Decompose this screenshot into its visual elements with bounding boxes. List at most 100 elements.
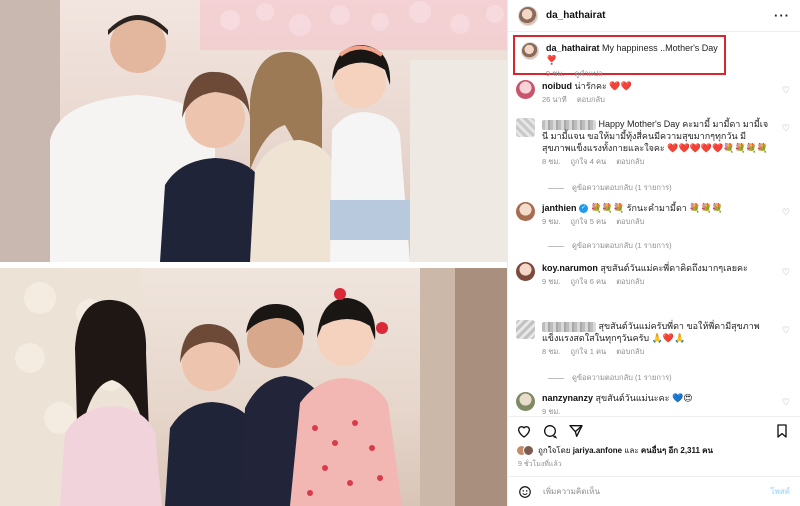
comment-body: janthien ✓ 💐💐💐 รักนะคำมามี้ดา 💐💐💐 9 ชม. … — [542, 202, 770, 228]
comment-body: nanzynanzy สุขสันต์วันแม่นะคะ 💙😍 9 ชม. — [542, 392, 770, 416]
comment-item: koy.narumon สุขสันต์วันแม่คะพี่ดาคิดถึงม… — [516, 262, 792, 288]
post-header: da_hathairat ··· — [508, 0, 800, 32]
family-photo-top — [0, 0, 507, 262]
reply-link[interactable]: ตอบกลับ — [616, 217, 644, 226]
view-replies-link[interactable]: ดูข้อความตอบกลับ (1 รายการ) — [548, 182, 672, 194]
add-comment-input[interactable]: เพิ่มความคิดเห็น — [543, 485, 600, 498]
commenter-avatar[interactable] — [516, 262, 535, 281]
instagram-post-view: da_hathairat ··· da_hathairat My happine… — [0, 0, 800, 506]
caption-text: My happiness ..Mother's Day — [602, 43, 718, 53]
likes-user[interactable]: jariya.anfone — [573, 446, 622, 455]
comment-emoji: 🙏❤️🙏 — [651, 333, 686, 343]
share-paper-plane-icon[interactable] — [568, 423, 584, 439]
post-photo-collage[interactable] — [0, 0, 507, 506]
comment-meta: 9 ชม. ถูกใจ 5 คน ตอบกลับ — [542, 216, 770, 228]
like-heart-icon[interactable]: ♡ — [782, 207, 790, 218]
comment-text: สุขสันต์วันแม่นะคะ — [595, 393, 670, 403]
comment-likes[interactable]: ถูกใจ 5 คน — [570, 217, 606, 226]
likes-summary[interactable]: ถูกใจโดย jariya.anfone และ คนอื่นๆ อีก 2… — [516, 444, 792, 457]
comment-time: 8 ชม. — [542, 157, 561, 166]
comment-meta: 26 นาที ตอบกลับ — [542, 94, 770, 106]
comment-likes[interactable]: ถูกใจ 4 คน — [570, 157, 606, 166]
comment-emoji-before: 💐💐💐 — [590, 203, 625, 213]
comment-emoji-after: 💐💐💐 — [689, 203, 723, 213]
post-action-bar — [508, 416, 800, 444]
comment-body: koy.narumon สุขสันต์วันแม่คะพี่ดาคิดถึงม… — [542, 262, 770, 288]
owner-avatar[interactable] — [518, 5, 538, 26]
blurred-username — [542, 321, 596, 332]
comment-text: น่ารักคะ — [574, 81, 607, 91]
owner-username[interactable]: da_hathairat — [546, 10, 605, 21]
verified-badge-icon: ✓ — [579, 204, 589, 214]
caption-emoji: ❣️ — [546, 55, 558, 65]
like-heart-icon[interactable]: ♡ — [782, 123, 790, 134]
comment-time: 9 ชม. — [542, 407, 561, 416]
emoji-smiley-icon[interactable] — [518, 485, 532, 499]
comment-emoji: 💙😍 — [671, 393, 693, 403]
comment-time: 9 ชม. — [542, 217, 561, 226]
likes-middle: และ — [624, 446, 639, 455]
family-photo-bottom — [0, 268, 507, 506]
like-heart-icon[interactable]: ♡ — [782, 325, 790, 336]
comment-meta: 8 ชม. ถูกใจ 4 คน ตอบกลับ — [542, 156, 770, 168]
comment-item: janthien ✓ 💐💐💐 รักนะคำมามี้ดา 💐💐💐 9 ชม. … — [516, 202, 792, 228]
like-heart-icon[interactable]: ♡ — [782, 267, 790, 278]
caption-highlight-box: da_hathairat My happiness ..Mother's Day… — [513, 35, 726, 78]
comment-likes[interactable]: ถูกใจ 6 คน — [570, 277, 606, 286]
comment-item: nanzynanzy สุขสันต์วันแม่นะคะ 💙😍 9 ชม. ♡ — [516, 392, 792, 416]
post-timestamp[interactable]: 9 ชั่วโมงที่แล้ว — [518, 459, 562, 470]
comment-username[interactable]: koy.narumon — [542, 263, 598, 273]
caption-username[interactable]: da_hathairat — [546, 43, 600, 53]
like-heart-icon[interactable]: ♡ — [782, 397, 790, 408]
comment-time: 8 ชม. — [542, 347, 561, 356]
commenter-avatar-blurred[interactable] — [516, 320, 535, 339]
comment-username[interactable]: janthien — [542, 203, 577, 213]
comment-text: สุขสันต์วันแม่คะพี่ดาคิดถึงมากๆเลยคะ — [600, 263, 748, 273]
family-photo-bottom-illustration — [0, 268, 507, 506]
caption-avatar[interactable] — [521, 42, 539, 60]
comment-body: สุขสันต์วันแม่ครับพี่ดา ขอให้พี่ดามีสุขภ… — [542, 320, 770, 358]
more-options-icon[interactable]: ··· — [774, 8, 790, 23]
family-photo-top-illustration — [0, 0, 507, 262]
comment-emoji: ❤️❤️ — [609, 81, 632, 91]
commenter-avatar-blurred[interactable] — [516, 118, 535, 137]
comment-time: 26 นาที — [542, 95, 567, 104]
comment-item: noibud น่ารักคะ ❤️❤️ 26 นาที ตอบกลับ ♡ — [516, 80, 792, 106]
comments-list[interactable]: da_hathairat My happiness ..Mother's Day… — [508, 32, 800, 416]
comment-body: Happy Mother's Day คะมามี้ มามี้ดา มามี้… — [542, 118, 770, 168]
likes-prefix: ถูกใจโดย — [538, 446, 571, 455]
reply-link[interactable]: ตอบกลับ — [616, 347, 644, 356]
comment-bubble-icon[interactable] — [542, 423, 558, 439]
view-replies-link[interactable]: ดูข้อความตอบกลับ (1 รายการ) — [548, 240, 672, 252]
commenter-avatar[interactable] — [516, 80, 535, 99]
commenter-avatar[interactable] — [516, 202, 535, 221]
liker-avatar — [523, 445, 534, 456]
bookmark-save-icon[interactable] — [774, 423, 790, 439]
comment-item: สุขสันต์วันแม่ครับพี่ดา ขอให้พี่ดามีสุขภ… — [516, 320, 792, 358]
comment-username[interactable]: nanzynanzy — [542, 393, 593, 403]
translate-link[interactable]: ดูคำแปล — [574, 69, 602, 78]
comment-likes[interactable]: ถูกใจ 1 คน — [570, 347, 606, 356]
comment-emoji: ❤️❤️❤️❤️❤️💐💐💐💐 — [667, 143, 769, 153]
like-heart-icon[interactable]: ♡ — [782, 85, 790, 96]
add-comment-bar: เพิ่มความคิดเห็น โพสต์ — [508, 476, 800, 506]
commenter-avatar[interactable] — [516, 392, 535, 411]
post-side-panel: da_hathairat ··· da_hathairat My happine… — [507, 0, 800, 506]
post-comment-button[interactable]: โพสต์ — [770, 485, 790, 498]
view-replies-link[interactable]: ดูข้อความตอบกลับ (1 รายการ) — [548, 372, 672, 384]
reply-link[interactable]: ตอบกลับ — [616, 277, 644, 286]
comment-meta: 8 ชม. ถูกใจ 1 คน ตอบกลับ — [542, 346, 770, 358]
comment-item: Happy Mother's Day คะมามี้ มามี้ดา มามี้… — [516, 118, 792, 168]
reply-link[interactable]: ตอบกลับ — [577, 95, 605, 104]
comment-username[interactable]: noibud — [542, 81, 572, 91]
blurred-username — [542, 119, 596, 130]
caption-body: da_hathairat My happiness ..Mother's Day… — [546, 42, 718, 78]
reply-link[interactable]: ตอบกลับ — [616, 157, 644, 166]
comment-meta: 9 ชม. — [542, 406, 770, 416]
likes-text: ถูกใจโดย jariya.anfone และ คนอื่นๆ อีก 2… — [538, 444, 713, 457]
caption-time: 9 ชม. — [546, 69, 565, 78]
comment-text: รักนะคำมามี้ดา — [626, 203, 687, 213]
caption-meta: 9 ชม. ดูคำแปล — [546, 68, 718, 80]
likes-others[interactable]: คนอื่นๆ อีก 2,311 คน — [641, 446, 713, 455]
like-heart-icon[interactable] — [516, 423, 532, 439]
